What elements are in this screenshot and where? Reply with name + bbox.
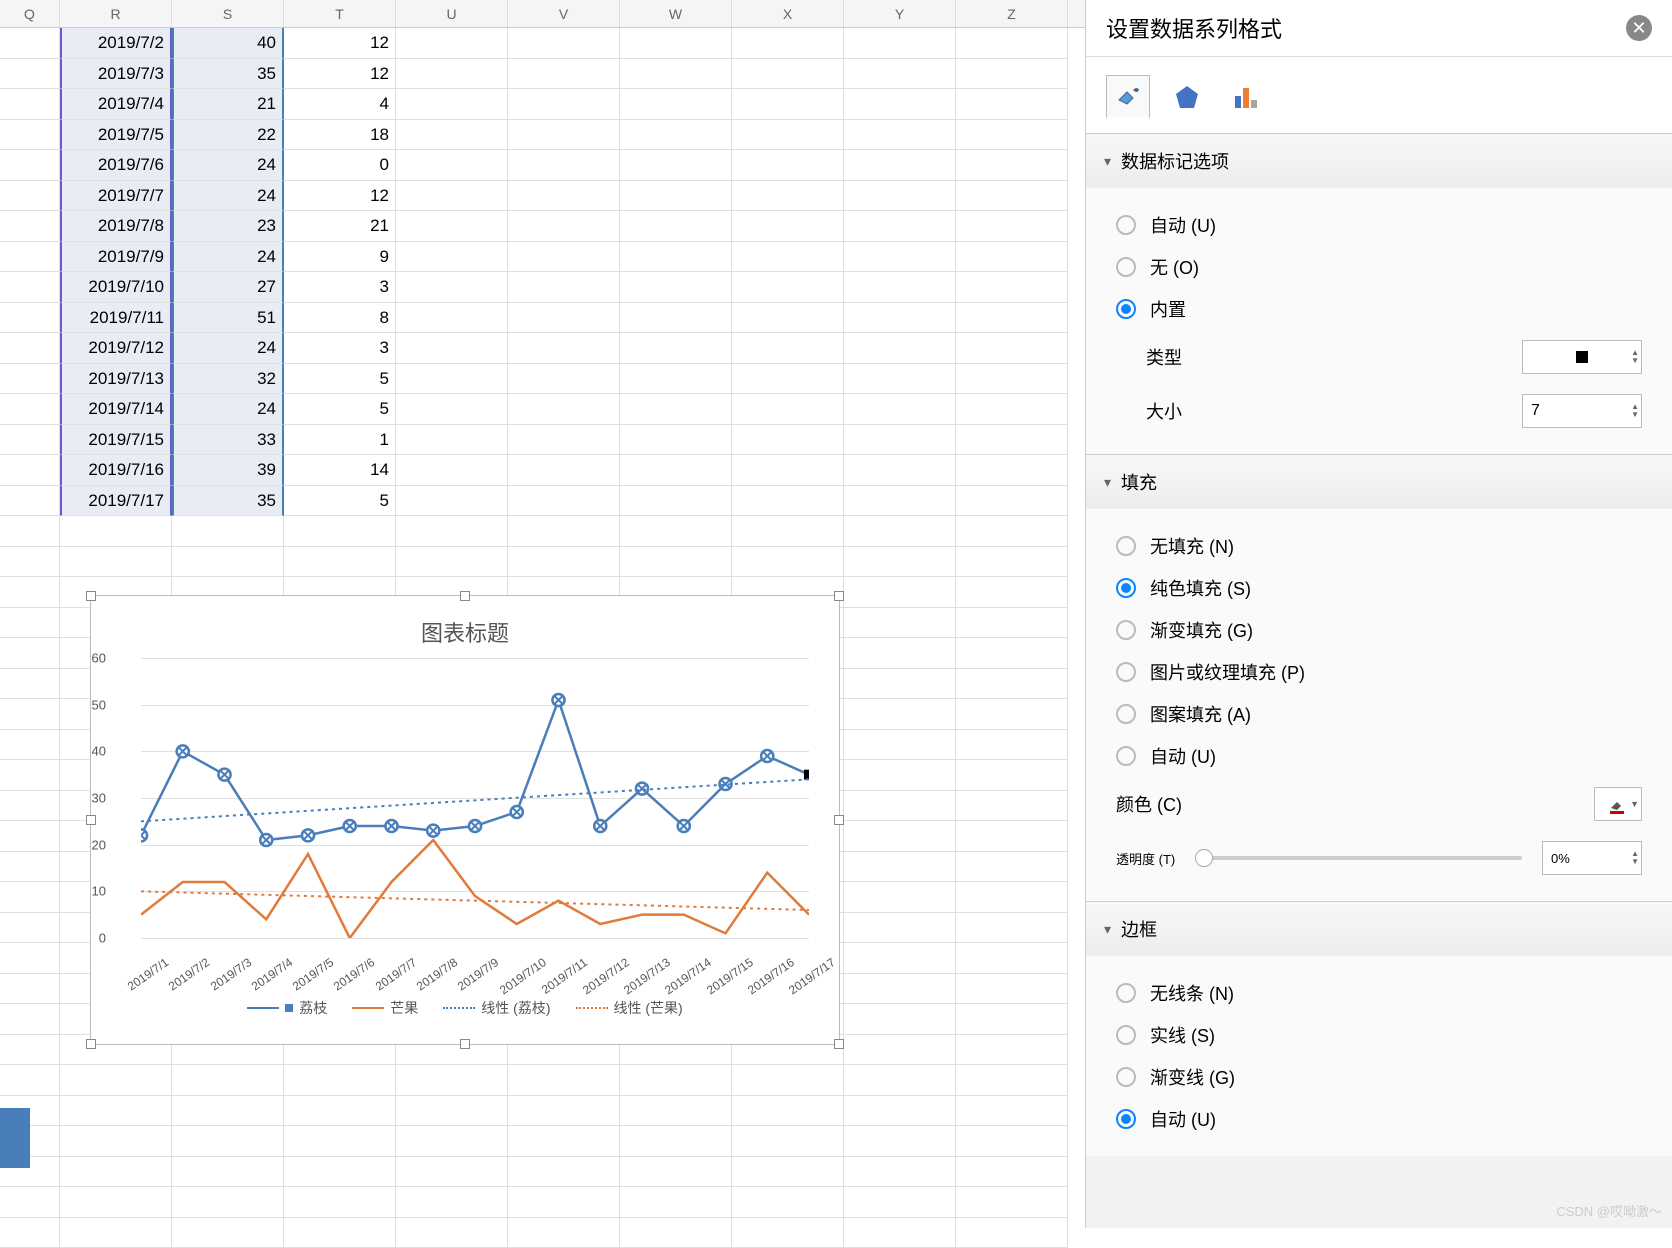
fill-section: ▾填充 无填充 (N) 纯色填充 (S) 渐变填充 (G) 图片或纹理填充 (P…: [1086, 454, 1672, 901]
radio-border-gradient[interactable]: 渐变线 (G): [1116, 1056, 1642, 1098]
table-row[interactable]: 2019/7/17355: [0, 486, 1085, 517]
radio-border-solid[interactable]: 实线 (S): [1116, 1014, 1642, 1056]
panel-title: 设置数据系列格式: [1106, 12, 1282, 44]
table-row[interactable]: 2019/7/82321: [0, 211, 1085, 242]
spinner-down-icon[interactable]: ▼: [1631, 357, 1639, 365]
chevron-down-icon: ▾: [1104, 474, 1111, 491]
col-header[interactable]: S: [172, 0, 284, 27]
radio-fill-gradient[interactable]: 渐变填充 (G): [1116, 609, 1642, 651]
radio-marker-builtin[interactable]: 内置: [1116, 288, 1642, 330]
field-label: 大小: [1146, 398, 1182, 424]
resize-handle[interactable]: [460, 591, 470, 601]
spinner-down-icon[interactable]: ▼: [1631, 411, 1639, 419]
transparency-row: 透明度 (T) 0%▲▼: [1116, 831, 1642, 885]
resize-handle[interactable]: [834, 1039, 844, 1049]
col-header[interactable]: R: [60, 0, 172, 27]
table-row[interactable]: 2019/7/12243: [0, 333, 1085, 364]
marker-section: ▾数据标记选项 自动 (U) 无 (O) 内置 类型 ▲▼ 大小 7▲▼: [1086, 133, 1672, 454]
radio-fill-auto[interactable]: 自动 (U): [1116, 735, 1642, 777]
watermark: CSDN @哎呦激～: [1556, 1201, 1662, 1220]
legend-item[interactable]: 线性 (荔枝): [443, 998, 550, 1018]
slider-thumb[interactable]: [1195, 849, 1213, 867]
resize-handle[interactable]: [834, 815, 844, 825]
color-row: 颜色 (C) ▼: [1116, 777, 1642, 831]
close-icon[interactable]: ✕: [1626, 15, 1652, 41]
resize-handle[interactable]: [86, 1039, 96, 1049]
marker-type-row: 类型 ▲▼: [1116, 330, 1642, 384]
table-row[interactable]: 2019/7/6240: [0, 150, 1085, 181]
table-row[interactable]: 2019/7/52218: [0, 120, 1085, 151]
field-label: 类型: [1146, 344, 1182, 370]
legend-item[interactable]: 荔枝: [247, 998, 327, 1018]
format-panel: 设置数据系列格式 ✕ ▾数据标记选项 自动 (U) 无 (O) 内置 类型 ▲▼…: [1085, 0, 1672, 1228]
column-headers: Q R S T U V W X Y Z: [0, 0, 1085, 28]
fill-line-tab-icon[interactable]: [1106, 75, 1150, 119]
col-header[interactable]: V: [508, 0, 620, 27]
effects-tab-icon[interactable]: [1165, 75, 1209, 119]
resize-handle[interactable]: [460, 1039, 470, 1049]
col-header[interactable]: U: [396, 0, 508, 27]
resize-handle[interactable]: [834, 591, 844, 601]
marker-size-row: 大小 7▲▼: [1116, 384, 1642, 438]
table-row[interactable]: 2019/7/15331: [0, 425, 1085, 456]
section-toggle[interactable]: ▾数据标记选项: [1086, 134, 1672, 188]
series-tab-icon[interactable]: [1224, 75, 1268, 119]
legend-item[interactable]: 线性 (芒果): [576, 998, 683, 1018]
section-toggle[interactable]: ▾边框: [1086, 902, 1672, 956]
resize-handle[interactable]: [86, 815, 96, 825]
radio-fill-solid[interactable]: 纯色填充 (S): [1116, 567, 1642, 609]
panel-header: 设置数据系列格式 ✕: [1086, 0, 1672, 57]
table-row[interactable]: 2019/7/72412: [0, 181, 1085, 212]
panel-tabs: [1086, 57, 1672, 133]
radio-fill-none[interactable]: 无填充 (N): [1116, 525, 1642, 567]
transparency-slider[interactable]: [1195, 856, 1522, 860]
field-label: 颜色 (C): [1116, 791, 1182, 817]
marker-type-select[interactable]: ▲▼: [1522, 340, 1642, 374]
table-row[interactable]: 2019/7/24012: [0, 28, 1085, 59]
transparency-input[interactable]: 0%▲▼: [1542, 841, 1642, 875]
border-section: ▾边框 无线条 (N) 实线 (S) 渐变线 (G) 自动 (U): [1086, 901, 1672, 1156]
table-row[interactable]: 2019/7/10273: [0, 272, 1085, 303]
radio-border-none[interactable]: 无线条 (N): [1116, 972, 1642, 1014]
table-row[interactable]: 2019/7/163914: [0, 455, 1085, 486]
table-row[interactable]: 2019/7/33512: [0, 59, 1085, 90]
resize-handle[interactable]: [86, 591, 96, 601]
chevron-down-icon: ▾: [1104, 153, 1111, 170]
section-toggle[interactable]: ▾填充: [1086, 455, 1672, 509]
table-row[interactable]: 2019/7/11518: [0, 303, 1085, 334]
table-row[interactable]: 2019/7/4214: [0, 89, 1085, 120]
radio-border-auto[interactable]: 自动 (U): [1116, 1098, 1642, 1140]
spreadsheet-area: Q R S T U V W X Y Z 2019/7/240122019/7/3…: [0, 0, 1085, 1228]
blue-bar-fragment: [0, 1108, 30, 1168]
radio-marker-none[interactable]: 无 (O): [1116, 246, 1642, 288]
col-header[interactable]: W: [620, 0, 732, 27]
table-row[interactable]: 2019/7/13325: [0, 364, 1085, 395]
marker-size-input[interactable]: 7▲▼: [1522, 394, 1642, 428]
field-label: 透明度 (T): [1116, 849, 1175, 868]
radio-marker-auto[interactable]: 自动 (U): [1116, 204, 1642, 246]
col-header[interactable]: Q: [0, 0, 60, 27]
radio-fill-pattern[interactable]: 图案填充 (A): [1116, 693, 1642, 735]
table-row[interactable]: 2019/7/9249: [0, 242, 1085, 273]
chart-title[interactable]: 图表标题: [91, 596, 839, 658]
col-header[interactable]: X: [732, 0, 844, 27]
chevron-down-icon: ▾: [1104, 921, 1111, 938]
radio-fill-picture[interactable]: 图片或纹理填充 (P): [1116, 651, 1642, 693]
col-header[interactable]: Z: [956, 0, 1068, 27]
spinner-down-icon[interactable]: ▼: [1631, 858, 1639, 866]
chart-plot[interactable]: 01020304050602019/7/12019/7/22019/7/3201…: [141, 658, 809, 938]
col-header[interactable]: T: [284, 0, 396, 27]
col-header[interactable]: Y: [844, 0, 956, 27]
color-picker-button[interactable]: ▼: [1594, 787, 1642, 821]
legend-item[interactable]: 芒果: [352, 998, 418, 1018]
embedded-chart[interactable]: 图表标题 01020304050602019/7/12019/7/22019/7…: [90, 595, 840, 1045]
table-row[interactable]: 2019/7/14245: [0, 394, 1085, 425]
